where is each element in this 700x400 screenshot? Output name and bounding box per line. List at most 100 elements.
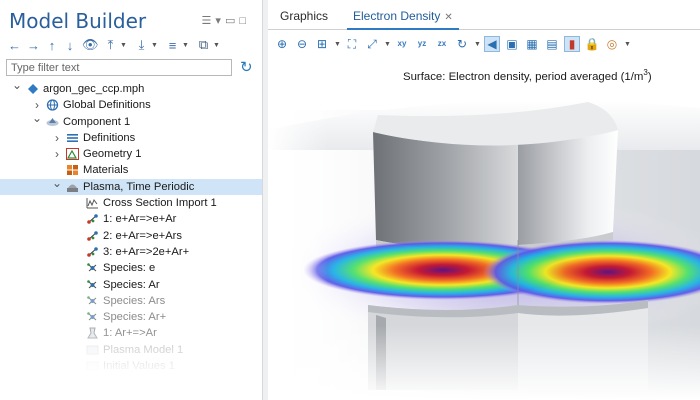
graphics-toolbar: ⊕ ⊖ ⊞ ▼ ⛶ ⤢ ▼ xy yz zx ↻ ▼ ◀ ▣ ▦ ▤ ▮ 🔒 ◎ ▼: [274, 34, 631, 54]
materials-icon: [66, 164, 79, 176]
tree-item-label: Materials: [83, 164, 129, 177]
tree-item[interactable]: › Definitions: [0, 130, 262, 146]
reaction-icon: [86, 213, 99, 225]
zx-plane-icon[interactable]: zx: [434, 36, 450, 52]
model-tree: ⌄ argon_gec_ccp.mph › Global Definitions ⌄ Co…: [0, 78, 262, 374]
chevron-down-icon[interactable]: ⌄: [52, 175, 62, 191]
model-file-icon: [26, 83, 39, 95]
tree-item[interactable]: ⌄ Plasma, Time Periodic: [0, 176, 262, 196]
reaction-icon: [86, 246, 99, 258]
tree-item[interactable]: Initial Values 1: [0, 358, 262, 374]
chevron-down-icon[interactable]: ▼: [334, 41, 341, 48]
component-icon: [46, 116, 59, 128]
tree-item-label: Geometry 1: [83, 148, 142, 161]
graphics-panel: Graphics Electron Density ✕ ⊕ ⊖ ⊞ ▼ ⛶ ⤢ ▼ x…: [268, 0, 700, 400]
tab-label: Electron Density: [353, 9, 441, 23]
tree-item-label: Species: Ar+: [103, 311, 167, 324]
colorbar-icon[interactable]: ▮: [564, 36, 580, 52]
tree-item-label: 1: e+Ar=>e+Ar: [103, 213, 177, 226]
chevron-down-icon[interactable]: ⌄: [12, 77, 22, 93]
chevron-down-icon[interactable]: ▼: [624, 41, 631, 48]
tree-item[interactable]: 1: Ar+=>Ar: [0, 325, 262, 341]
tree-item-label: Species: Ar: [103, 278, 160, 291]
tab-label: Graphics: [280, 9, 329, 23]
lock-icon[interactable]: 🔒: [584, 36, 600, 52]
axis-orientation-icon[interactable]: ⤢: [364, 36, 380, 52]
chevron-down-icon[interactable]: ▼: [118, 42, 130, 49]
scene-light-icon[interactable]: ◀: [484, 36, 500, 52]
chevron-down-icon[interactable]: ▼: [180, 42, 192, 49]
zoom-out-icon[interactable]: ⊖: [294, 36, 310, 52]
transparency-icon[interactable]: ▣: [504, 36, 520, 52]
tree-item[interactable]: ⌄ Component 1: [0, 111, 262, 130]
tree-item-label: Species: e: [103, 262, 156, 275]
maximize-icon[interactable]: □: [239, 15, 250, 27]
tree-item-label: Plasma Model 1: [103, 343, 184, 356]
tree-item-label: Initial Values 1: [103, 360, 175, 373]
legend-icon[interactable]: ▤: [544, 36, 560, 52]
show-icon[interactable]: 👁: [82, 37, 99, 53]
species-icon: [86, 295, 99, 307]
move-up-icon[interactable]: ↑: [46, 38, 58, 53]
tree-item[interactable]: Plasma Model 1: [0, 342, 262, 358]
zoom-in-icon[interactable]: ⊕: [274, 36, 290, 52]
zoom-box-icon[interactable]: ⊞: [314, 36, 330, 52]
tree-item[interactable]: 3: e+Ar=>2e+Ar+: [0, 244, 262, 260]
tree-item[interactable]: Species: Ar+: [0, 309, 262, 325]
cross-section-icon: [86, 197, 99, 209]
tree-item[interactable]: 1: e+Ar=>e+Ar: [0, 211, 262, 227]
tab-electron-density[interactable]: Electron Density ✕: [347, 0, 459, 30]
tree-item[interactable]: Species: Ars: [0, 293, 262, 309]
tree-item-label: Plasma, Time Periodic: [83, 180, 195, 193]
zoom-extents-icon[interactable]: ⛶: [344, 36, 360, 52]
panel-title: Model Builder: [9, 9, 147, 33]
render-settings-icon[interactable]: ◎: [604, 36, 620, 52]
plot-title: Surface: Electron density, period averag…: [403, 68, 652, 83]
forward-arrow-icon[interactable]: →: [27, 38, 40, 53]
collapse-sections-icon[interactable]: ⤓: [136, 37, 148, 53]
species-icon: [86, 311, 99, 323]
chevron-down-icon[interactable]: ▼: [149, 42, 161, 49]
model-builder-toolbar: ← → ↑ ↓ 👁 ⤒ ▼ ⤓ ▼ ≡ ▼ ⧉ ▼: [8, 35, 223, 55]
yz-plane-icon[interactable]: yz: [414, 36, 430, 52]
tree-item-label: 2: e+Ar=>e+Ars: [103, 229, 182, 242]
grid-icon[interactable]: ▦: [524, 36, 540, 52]
graphics-tab-bar: Graphics Electron Density ✕: [268, 0, 700, 30]
tree-item[interactable]: ⌄ argon_gec_ccp.mph: [0, 78, 262, 97]
tree-item[interactable]: Species: e: [0, 260, 262, 276]
minimize-icon[interactable]: ▭: [225, 15, 239, 27]
tree-item-label: Species: Ars: [103, 294, 166, 307]
globe-icon: [46, 99, 59, 111]
chevron-down-icon[interactable]: ▼: [474, 41, 481, 48]
tab-graphics[interactable]: Graphics: [280, 9, 328, 23]
dropdown-icon[interactable]: ▾: [215, 15, 225, 27]
plasma-model-icon: [86, 344, 99, 356]
rotate-icon[interactable]: ↻: [454, 36, 470, 52]
tree-item[interactable]: › Geometry 1: [0, 146, 262, 162]
chevron-down-icon[interactable]: ▼: [211, 42, 223, 49]
tree-item[interactable]: 2: e+Ar=>e+Ars: [0, 228, 262, 244]
expand-sections-icon[interactable]: ⤒: [105, 37, 117, 53]
chevron-right-icon[interactable]: ›: [52, 146, 62, 162]
settings-icon[interactable]: ⧉: [198, 37, 210, 53]
species-icon: [86, 279, 99, 291]
tree-item[interactable]: Cross Section Import 1: [0, 195, 262, 211]
refresh-icon[interactable]: ↻: [240, 58, 253, 76]
chevron-right-icon[interactable]: ›: [52, 130, 62, 146]
tree-item[interactable]: Materials: [0, 162, 262, 178]
chevron-down-icon[interactable]: ⌄: [32, 110, 42, 126]
chevron-down-icon[interactable]: ▼: [384, 41, 391, 48]
move-down-icon[interactable]: ↓: [64, 38, 76, 53]
model-builder-panel: Model Builder ☰▾▭□ ← → ↑ ↓ 👁 ⤒ ▼ ⤓ ▼ ≡ ▼ ⧉ ▼…: [0, 0, 262, 400]
tree-item-label: argon_gec_ccp.mph: [43, 83, 145, 95]
back-arrow-icon[interactable]: ←: [8, 38, 21, 53]
tree-item[interactable]: Species: Ar: [0, 277, 262, 293]
menu-icon[interactable]: ☰: [202, 15, 216, 27]
electron-density-plot[interactable]: [268, 90, 700, 400]
close-icon[interactable]: ✕: [444, 12, 452, 23]
tree-filter-input[interactable]: [6, 59, 232, 76]
panel-window-controls[interactable]: ☰▾▭□: [202, 14, 250, 27]
list-view-icon[interactable]: ≡: [167, 38, 179, 53]
tree-item-label: Definitions: [83, 131, 136, 144]
xy-plane-icon[interactable]: xy: [394, 36, 410, 52]
